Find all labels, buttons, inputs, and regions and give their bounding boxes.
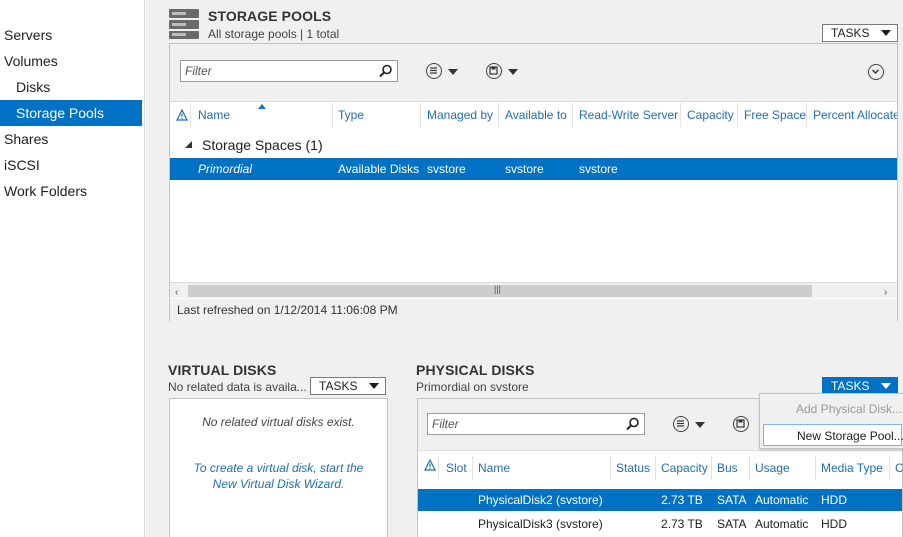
column-header-usage[interactable]: Usage	[755, 461, 790, 475]
column-header-type[interactable]: Type	[338, 108, 364, 122]
nav-item-work-folders[interactable]: Work Folders	[0, 178, 142, 204]
chevron-down-icon	[369, 383, 379, 389]
scroll-right-icon[interactable]: ›	[884, 287, 887, 298]
wizard-link-line2[interactable]: New Virtual Disk Wizard.	[170, 477, 387, 491]
status-bar: Last refreshed on 1/12/2014 11:06:08 PM	[170, 299, 897, 321]
table-row[interactable]: Primordial Available Disks svstore svsto…	[170, 158, 897, 180]
search-icon[interactable]	[626, 417, 640, 431]
column-header-read-write-server[interactable]: Read-Write Server	[579, 108, 678, 122]
cell-capacity: 2.73 TB	[661, 517, 703, 531]
column-header-bus[interactable]: Bus	[717, 461, 738, 475]
storage-pools-panel: Filter Name Type Managed by Available to…	[169, 43, 898, 321]
nav-item-disks[interactable]: Disks	[0, 74, 142, 100]
cell-bus: SATA	[717, 493, 747, 507]
cell-read-write-server: svstore	[579, 162, 618, 176]
storage-pools-tasks-button[interactable]: TASKS	[822, 24, 898, 42]
group-header[interactable]: Storage Spaces (1)	[170, 135, 897, 155]
storage-pools-title: STORAGE POOLS	[208, 8, 332, 24]
column-header-name[interactable]: Name	[478, 461, 510, 475]
physical-disks-filter-input[interactable]: Filter	[427, 413, 645, 435]
warning-icon	[176, 109, 188, 121]
tasks-label: TASKS	[319, 379, 358, 393]
horizontal-scrollbar[interactable]: ‹ ||| ›	[170, 282, 897, 298]
column-header-capacity[interactable]: Capacity	[661, 461, 708, 475]
column-header-available-to[interactable]: Available to	[505, 108, 567, 122]
column-header-managed-by[interactable]: Managed by	[427, 108, 493, 122]
table-row[interactable]: PhysicalDisk2 (svstore) 2.73 TB SATA Aut…	[418, 489, 902, 511]
physical-disks-title: PHYSICAL DISKS	[416, 362, 535, 378]
chevron-down-icon	[508, 69, 518, 75]
sort-ascending-icon	[258, 104, 266, 109]
chevron-down-icon	[695, 422, 705, 428]
nav-item-storage-pools[interactable]: Storage Pools	[0, 100, 142, 126]
scroll-left-icon[interactable]: ‹	[175, 287, 178, 298]
nav-item-iscsi[interactable]: iSCSI	[0, 152, 142, 178]
cell-bus: SATA	[717, 517, 747, 531]
main-content: STORAGE POOLS All storage pools | 1 tota…	[146, 0, 903, 537]
tasks-label: TASKS	[831, 379, 870, 393]
last-refreshed-text: Last refreshed on 1/12/2014 11:06:08 PM	[177, 303, 398, 317]
virtual-disks-subtitle: No related data is availa...	[168, 380, 307, 394]
chevron-down-icon	[448, 69, 458, 75]
expand-collapse-button[interactable]	[868, 64, 884, 80]
left-nav: Servers Volumes Disks Storage Pools Shar…	[0, 0, 145, 537]
virtual-disks-panel: No related virtual disks exist. To creat…	[169, 398, 388, 537]
column-header-free-space[interactable]: Free Space	[744, 108, 806, 122]
filter-placeholder: Filter	[185, 64, 212, 78]
cell-capacity: 2.73 TB	[661, 493, 703, 507]
column-header-name[interactable]: Name	[198, 108, 230, 122]
cell-type: Available Disks	[338, 162, 420, 176]
cell-media-type: HDD	[821, 493, 847, 507]
column-header-slot[interactable]: Slot	[446, 461, 467, 475]
cell-name: PhysicalDisk2 (svstore)	[478, 493, 603, 507]
nav-item-shares[interactable]: Shares	[0, 126, 142, 152]
column-header-percent-allocated[interactable]: Percent Allocate	[813, 108, 897, 122]
cell-usage: Automatic	[755, 493, 809, 507]
menu-item-add-physical-disk[interactable]: Add Physical Disk...	[763, 398, 902, 420]
save-icon	[486, 63, 502, 79]
column-header-capacity[interactable]: Capacity	[687, 108, 734, 122]
chevron-down-icon	[881, 383, 891, 389]
search-icon[interactable]	[379, 64, 393, 78]
physical-disks-column-headers: Slot Name Status Capacity Bus Usage Medi…	[418, 456, 903, 480]
storage-pools-filter-input[interactable]: Filter	[180, 60, 398, 82]
cell-available-to: svstore	[505, 162, 544, 176]
warning-icon	[424, 459, 436, 471]
cell-name: PhysicalDisk3 (svstore)	[478, 517, 603, 531]
storage-pools-toolbar: Filter	[170, 44, 897, 102]
cell-media-type: HDD	[821, 517, 847, 531]
nav-item-servers[interactable]: Servers	[0, 22, 142, 48]
nav-item-volumes[interactable]: Volumes	[0, 48, 142, 74]
physical-disks-subtitle: Primordial on svstore	[416, 380, 529, 394]
list-options-button[interactable]	[426, 63, 462, 81]
column-header-status[interactable]: Status	[616, 461, 650, 475]
empty-message: No related virtual disks exist.	[202, 415, 355, 429]
list-icon	[426, 63, 442, 79]
tasks-dropdown-menu: Add Physical Disk... New Storage Pool...	[759, 393, 903, 449]
column-header-chassis[interactable]: C	[895, 461, 903, 475]
wizard-link-line1[interactable]: To create a virtual disk, start the	[170, 461, 387, 475]
list-icon	[673, 416, 689, 432]
storage-pool-icon	[168, 8, 200, 40]
scrollbar-thumb[interactable]: |||	[188, 284, 812, 297]
menu-item-new-storage-pool[interactable]: New Storage Pool...	[763, 424, 903, 446]
table-row[interactable]: PhysicalDisk3 (svstore) 2.73 TB SATA Aut…	[418, 513, 902, 535]
group-label: Storage Spaces (1)	[202, 137, 323, 153]
column-header-media-type[interactable]: Media Type	[821, 461, 883, 475]
cell-name: Primordial	[198, 162, 253, 176]
tasks-label: TASKS	[831, 26, 870, 40]
collapse-triangle-icon[interactable]	[185, 141, 193, 149]
chevron-down-icon	[881, 30, 891, 36]
storage-pools-column-headers: Name Type Managed by Available to Read-W…	[170, 103, 897, 127]
storage-pools-subtitle: All storage pools | 1 total	[208, 27, 340, 41]
virtual-disks-tasks-button[interactable]: TASKS	[310, 377, 386, 395]
cell-managed-by: svstore	[427, 162, 466, 176]
virtual-disks-title: VIRTUAL DISKS	[168, 362, 277, 378]
list-options-button[interactable]	[673, 416, 709, 434]
filter-placeholder: Filter	[432, 417, 459, 431]
save-icon[interactable]	[733, 416, 749, 432]
cell-usage: Automatic	[755, 517, 809, 531]
save-options-button[interactable]	[486, 63, 522, 81]
